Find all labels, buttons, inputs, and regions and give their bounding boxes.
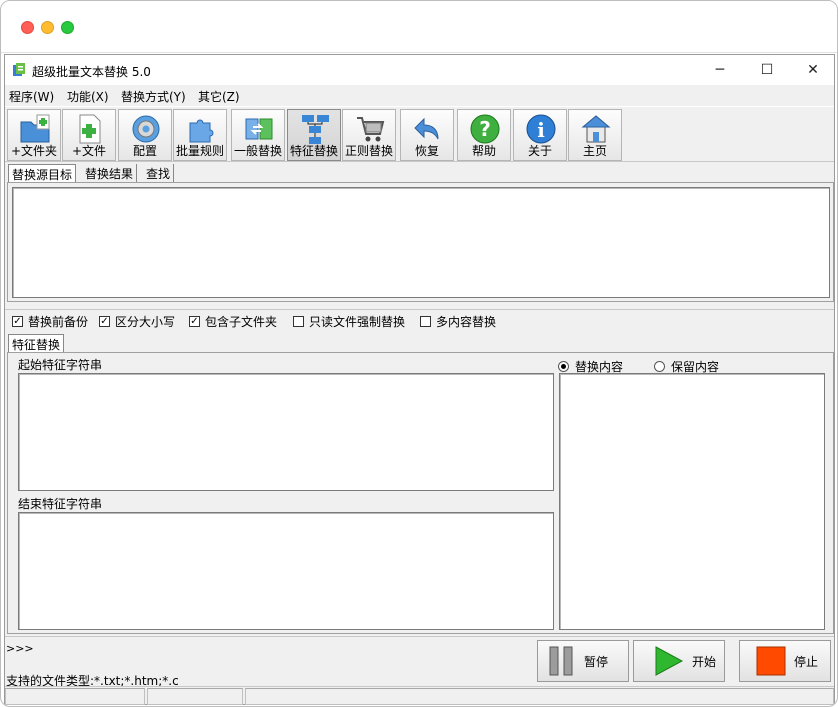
replacement-content-input[interactable]	[559, 373, 825, 630]
home-label: 主页	[582, 144, 607, 158]
feature-replace-label: 特征替换	[289, 144, 338, 158]
restore-label: 恢复	[414, 144, 439, 158]
log-prompt: >>>	[6, 642, 34, 655]
maximize-button[interactable]: ☐	[744, 55, 790, 85]
backup-before-replace-label: 替换前备份	[28, 315, 89, 329]
home-icon	[581, 115, 611, 143]
help-label: 帮助	[471, 144, 496, 158]
status-cell-3	[245, 688, 834, 705]
settings-icon	[132, 115, 160, 143]
add-file-button[interactable]: +文件	[62, 109, 116, 161]
readonly-force-replace-label: 只读文件强制替换	[309, 315, 406, 329]
hierarchy-icon	[302, 115, 329, 144]
minimize-button[interactable]: ─	[697, 55, 743, 85]
tab-feature-replace[interactable]: 特征替换	[8, 334, 65, 352]
tab-replace-source[interactable]: 替换源目标	[8, 164, 77, 182]
batch-rules-button[interactable]: 批量规则	[173, 109, 227, 161]
checkbox-empty-icon	[420, 316, 431, 327]
feature-panel: 起始特征字符串 结束特征字符串 替换内容 保留内容	[7, 352, 834, 634]
checkbox-check-icon: ✓	[99, 316, 110, 327]
radio-empty-icon	[654, 361, 665, 372]
zoom-traffic-light[interactable]	[61, 21, 74, 34]
add-file-icon	[79, 114, 101, 144]
info-icon: i	[526, 114, 556, 144]
status-bar	[5, 686, 834, 705]
app-window: 超级批量文本替换 5.0 ─ ☐ ✕ 程序(W) 功能(X) 替换方式(Y) 其…	[4, 54, 835, 705]
batch-rules-label: 批量规则	[175, 144, 224, 158]
source-panel	[7, 182, 834, 302]
multi-content-replace-checkbox[interactable]: 多内容替换	[420, 313, 496, 330]
svg-text:?: ?	[479, 117, 491, 141]
include-subfolders-label: 包含子文件夹	[205, 315, 278, 329]
backup-before-replace-checkbox[interactable]: ✓ 替换前备份	[12, 313, 88, 330]
app-icon	[13, 63, 25, 76]
puzzle-icon	[189, 119, 214, 143]
radio-selected-icon	[558, 361, 569, 372]
stop-label: 停止	[794, 654, 819, 669]
start-label: 开始	[692, 654, 717, 669]
svg-text:i: i	[537, 118, 545, 142]
readonly-force-replace-checkbox[interactable]: 只读文件强制替换	[293, 313, 405, 330]
home-button[interactable]: 主页	[568, 109, 622, 161]
swap-icon	[245, 118, 273, 140]
about-button[interactable]: i 关于	[513, 109, 567, 161]
help-icon: ?	[470, 114, 500, 144]
help-button[interactable]: ? 帮助	[457, 109, 511, 161]
pause-icon	[549, 646, 573, 676]
pause-button[interactable]: 暂停	[537, 640, 629, 682]
options-row: ✓ 替换前备份 ✓ 区分大小写 ✓ 包含子文件夹 只读文件强制替换 多内容替换	[5, 309, 834, 329]
start-string-label: 起始特征字符串	[18, 358, 103, 372]
stop-icon	[756, 646, 786, 676]
menu-function[interactable]: 功能(X)	[67, 88, 109, 105]
tab-replace-result[interactable]: 替换结果	[82, 164, 138, 182]
status-cell-2	[147, 688, 243, 705]
menu-bar: 程序(W) 功能(X) 替换方式(Y) 其它(Z)	[5, 85, 834, 105]
menu-program[interactable]: 程序(W)	[9, 88, 54, 105]
play-icon	[655, 646, 684, 676]
checkbox-check-icon: ✓	[12, 316, 23, 327]
include-subfolders-checkbox[interactable]: ✓ 包含子文件夹	[189, 313, 277, 330]
bottom-area: >>> 支持的文件类型:*.txt;*.htm;*.c 暂停 开始 停止	[5, 636, 834, 688]
status-cell-1	[5, 688, 145, 705]
add-folder-button[interactable]: +文件夹	[7, 109, 61, 161]
add-folder-icon	[20, 114, 50, 143]
source-file-list[interactable]	[12, 187, 830, 298]
case-sensitive-checkbox[interactable]: ✓ 区分大小写	[99, 313, 175, 330]
case-sensitive-label: 区分大小写	[115, 315, 176, 329]
about-label: 关于	[527, 144, 552, 158]
add-file-label: +文件	[71, 144, 107, 158]
restore-button[interactable]: 恢复	[400, 109, 454, 161]
regex-replace-button[interactable]: 正则替换	[342, 109, 396, 161]
config-button[interactable]: 配置	[118, 109, 172, 161]
start-string-input[interactable]	[18, 373, 554, 491]
window-titlebar: 超级批量文本替换 5.0 ─ ☐ ✕	[5, 55, 834, 85]
menu-replace-mode[interactable]: 替换方式(Y)	[121, 88, 186, 105]
general-replace-button[interactable]: 一般替换	[231, 109, 285, 161]
regex-replace-label: 正则替换	[344, 144, 393, 158]
start-button[interactable]: 开始	[633, 640, 725, 682]
close-traffic-light[interactable]	[21, 21, 34, 34]
toolbar: +文件夹 +文件 配置 批量规则 一般替换 特征替换 正则替换 恢复 ? 帮助 …	[5, 106, 834, 162]
checkbox-check-icon: ✓	[189, 316, 200, 327]
minimize-traffic-light[interactable]	[41, 21, 54, 34]
mac-title-bar	[1, 1, 837, 53]
multi-content-replace-label: 多内容替换	[436, 315, 497, 329]
cart-icon	[357, 117, 385, 142]
close-button[interactable]: ✕	[790, 55, 836, 85]
end-string-label: 结束特征字符串	[18, 497, 103, 511]
menu-other[interactable]: 其它(Z)	[198, 88, 240, 105]
add-folder-label: +文件夹	[10, 144, 58, 158]
config-label: 配置	[132, 144, 157, 158]
end-string-input[interactable]	[18, 512, 554, 630]
undo-icon	[414, 117, 439, 140]
general-replace-label: 一般替换	[233, 144, 282, 158]
pause-label: 暂停	[584, 654, 609, 669]
checkbox-empty-icon	[293, 316, 304, 327]
stop-button[interactable]: 停止	[739, 640, 831, 682]
feature-replace-button[interactable]: 特征替换	[287, 109, 341, 161]
tab-find[interactable]: 查找	[143, 164, 175, 182]
mac-window-frame: 超级批量文本替换 5.0 ─ ☐ ✕ 程序(W) 功能(X) 替换方式(Y) 其…	[0, 0, 838, 707]
window-title: 超级批量文本替换 5.0	[32, 65, 151, 79]
